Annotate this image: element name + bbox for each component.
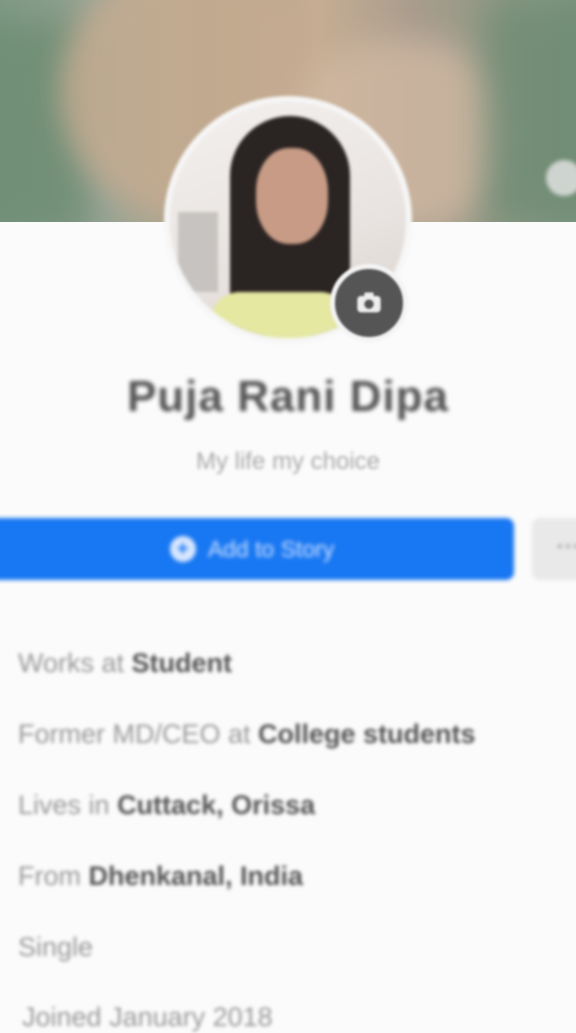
profile-sheet — [0, 222, 576, 1024]
info-relationship: Single — [18, 932, 94, 962]
plus-circle-icon: + — [169, 536, 196, 562]
info-joined: Joined January 2018 — [22, 1002, 273, 1032]
profile-name: Puja Rani Dipa — [126, 372, 450, 421]
cover-camera-icon[interactable] — [546, 160, 576, 196]
more-options-button[interactable]: ··· — [532, 518, 576, 580]
avatar-camera-button[interactable] — [330, 264, 408, 342]
camera-icon — [357, 292, 381, 313]
add-to-story-button[interactable]: + Add to Story — [0, 518, 514, 580]
info-lives-in: Lives in Cuttack, Orissa — [18, 790, 316, 820]
profile-bio: My life my choice — [195, 448, 381, 475]
info-work: Works at Student — [18, 648, 233, 678]
info-from: From Dhenkanal, India — [18, 861, 304, 891]
add-to-story-label: Add to Story — [207, 535, 335, 562]
info-former-work: Former MD/CEO at College students — [18, 719, 476, 749]
